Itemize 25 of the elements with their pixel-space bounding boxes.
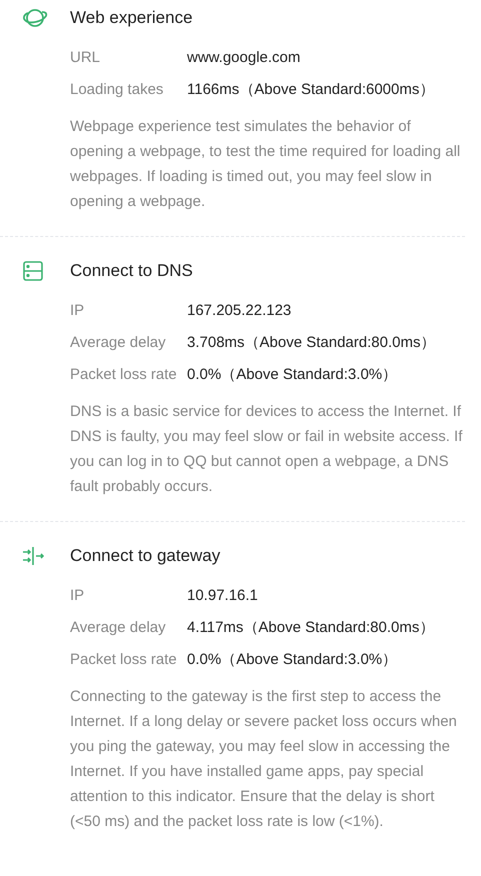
field-label: Average delay <box>70 332 167 353</box>
description: Connecting to the gateway is the first step to access the Internet. If a long delay or severe packet loss occurs when you ping the gateway, you may feel slow in accessing the Internet. If you have installed game apps, pay special attention to this indicator. Ensure that the delay is short (<50 ms) and the packet loss rate is low (<1%). <box>70 687 458 832</box>
server-icon <box>22 260 44 282</box>
field-label: IP <box>70 586 86 606</box>
planet-icon <box>22 7 48 29</box>
description: Webpage experience test simulates the behavior of opening a webpage, to test the time required for loading all webpages. If loading is timed out, you may feel slow in opening a webpage. <box>70 117 462 212</box>
field-value: 4.117ms（Above Standard:80.0ms） <box>187 618 434 638</box>
field-value: 1166ms（Above Standard:6000ms） <box>187 80 434 100</box>
section-title: Web experience <box>70 7 193 30</box>
field-label: Average delay <box>70 618 167 638</box>
field-label: URL <box>70 48 102 68</box>
arrows-through-line-icon <box>22 546 44 566</box>
section-title: Connect to DNS <box>70 260 193 282</box>
field-label: Loading takes <box>70 80 164 100</box>
field-value: 3.708ms（Above Standard:80.0ms） <box>187 332 436 353</box>
field-label: Packet loss rate <box>70 650 178 670</box>
field-value: www.google.com <box>187 48 300 68</box>
description: DNS is a basic service for devices to access the Internet. If DNS is faulty, you may feel slow or fail in website access. If you can log in to QQ but cannot open a webpage, a DNS fault probably occurs. <box>70 402 464 497</box>
section-title: Connect to gateway <box>70 545 220 568</box>
field-value: 0.0%（Above Standard:3.0%） <box>187 650 398 670</box>
field-label: Packet loss rate <box>70 364 178 385</box>
field-value: 167.205.22.123 <box>187 300 292 321</box>
field-label: IP <box>70 300 86 321</box>
field-value: 10.97.16.1 <box>187 586 258 606</box>
field-value: 0.0%（Above Standard:3.0%） <box>187 364 398 385</box>
